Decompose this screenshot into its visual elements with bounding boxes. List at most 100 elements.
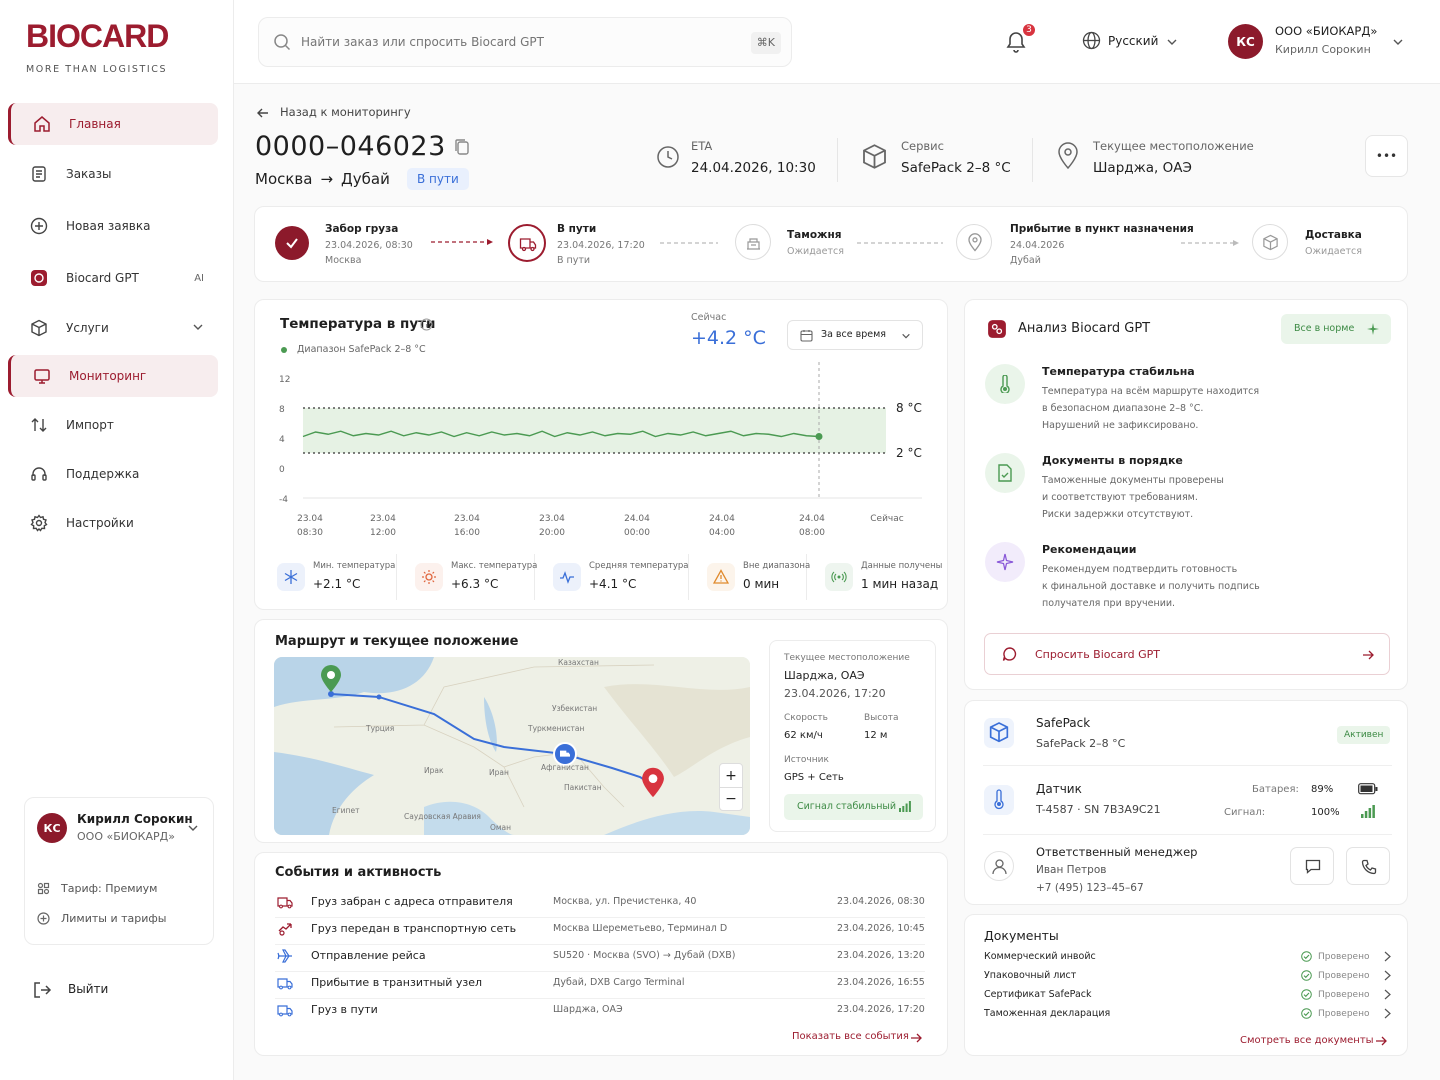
temperature-title: Температура в пути xyxy=(280,316,436,332)
language-select[interactable]: Русский xyxy=(1082,30,1202,52)
nav-settings[interactable]: Настройки xyxy=(8,502,218,544)
plus-circle-icon xyxy=(30,217,48,235)
search-input[interactable] xyxy=(301,30,701,54)
step-date: 23.04.2026, 08:30 xyxy=(325,240,413,251)
check-icon xyxy=(286,238,298,249)
document-row[interactable]: Сертификат SafePack Проверено xyxy=(984,986,1394,1005)
y-tick-label: 4 xyxy=(279,435,285,445)
step-title: Забор груза xyxy=(325,223,399,235)
document-row[interactable]: Таможенная декларация Проверено xyxy=(984,1005,1394,1024)
call-button[interactable] xyxy=(1346,847,1390,885)
location-pin-icon xyxy=(968,233,982,252)
events-title: События и активность xyxy=(275,865,442,880)
nav-monitoring[interactable]: Мониторинг xyxy=(8,355,218,397)
truck-icon xyxy=(277,1002,293,1018)
location-pin-icon xyxy=(1058,142,1078,170)
nav-services[interactable]: Услуги xyxy=(8,307,218,349)
step-place: Ожидается xyxy=(787,246,844,257)
nav-support[interactable]: Поддержка xyxy=(8,453,218,495)
signal-value: 100% xyxy=(1311,807,1340,818)
route-map[interactable]: + − Казахстан Узбекистан Туркменистан Турци… xyxy=(274,657,750,835)
current-point xyxy=(815,433,823,440)
message-button[interactable] xyxy=(1290,847,1334,885)
stat-tile: Данные получены 1 мин назад xyxy=(815,554,942,600)
insight-line: к финальной доставке и получить подпись xyxy=(1042,581,1260,592)
destination-pin-icon xyxy=(642,767,664,798)
check-circle-icon xyxy=(1301,1008,1312,1019)
event-title: Груз в пути xyxy=(311,1003,378,1016)
view-all-documents-link[interactable]: Смотреть все документы xyxy=(1240,1035,1374,1046)
battery-label: Батарея: xyxy=(1252,784,1299,795)
stat-label: Средняя температура xyxy=(589,561,689,571)
stat-value: +6.3 °C xyxy=(451,577,499,591)
nav-import[interactable]: Импорт xyxy=(8,404,218,446)
service-label: Сервис xyxy=(901,139,944,153)
document-name: Упаковочный лист xyxy=(984,970,1077,981)
document-row[interactable]: Коммерческий инвойс Проверено xyxy=(984,948,1394,967)
step-place: В пути xyxy=(557,255,591,266)
account-menu[interactable]: КС ООО «БИОКАРД» Кирилл Сорокин xyxy=(1228,23,1408,63)
tariff-label[interactable]: Тариф: Премиум xyxy=(61,882,157,895)
orders-icon xyxy=(32,166,46,182)
event-row[interactable]: Груз в пути Шарджа, ОАЭ 23.04.2026, 17:20 xyxy=(275,999,925,1026)
event-time: 23.04.2026, 08:30 xyxy=(837,896,925,907)
nav-new-request[interactable]: Новая заявка xyxy=(8,205,218,247)
safe-range-band xyxy=(303,408,886,453)
limits-link[interactable]: Лимиты и тарифы xyxy=(61,912,166,925)
more-button[interactable]: ••• xyxy=(1365,135,1408,177)
event-row[interactable]: Прибытие в транзитный узел Дубай, DXB Car… xyxy=(275,972,925,999)
insight-line: и соответствуют требованиям. xyxy=(1042,492,1198,503)
signal-icon xyxy=(825,563,853,591)
headset-icon xyxy=(31,467,47,481)
chevron-right-icon xyxy=(1383,989,1392,1000)
show-all-events-link[interactable]: Показать все события xyxy=(792,1031,909,1042)
arrow-right-icon[interactable] xyxy=(1375,1035,1387,1047)
document-name: Таможенная декларация xyxy=(984,1008,1111,1019)
arrow-right-icon[interactable] xyxy=(910,1032,922,1044)
stat-value: +2.1 °C xyxy=(313,577,361,591)
manager-avatar xyxy=(984,851,1014,881)
language-label: Русский xyxy=(1108,34,1159,48)
map-label: Турция xyxy=(366,724,395,733)
x-tick-time: 08:00 xyxy=(799,528,825,538)
notifications-button[interactable]: 3 xyxy=(1004,22,1037,56)
nav-orders[interactable]: Заказы xyxy=(8,153,218,195)
period-select[interactable]: За все время xyxy=(787,320,923,350)
map-label: Узбекистан xyxy=(552,704,598,713)
user-name: Кирилл Сорокин xyxy=(77,812,193,826)
zoom-in-button[interactable]: + xyxy=(720,764,742,788)
nav-label: Новая заявка xyxy=(66,219,151,233)
event-row[interactable]: Отправление рейса SU520 · Москва (SVO) → … xyxy=(275,945,925,972)
chevron-down-icon[interactable] xyxy=(187,822,199,834)
sidebar: BIOCARD MORE THAN LOGISTICS Главная Зака… xyxy=(0,0,234,1080)
range-legend: Диапазон SafePack 2–8 °C xyxy=(297,344,426,355)
nav-biocard-gpt[interactable]: Biocard GPT AI xyxy=(8,257,218,299)
document-row[interactable]: Упаковочный лист Проверено xyxy=(984,967,1394,986)
event-place: Шарджа, ОАЭ xyxy=(553,1004,623,1015)
route-arrow: → xyxy=(320,170,334,188)
zoom-out-button[interactable]: − xyxy=(720,788,742,811)
battery-icon xyxy=(1358,783,1378,795)
x-tick-time: 00:00 xyxy=(624,528,650,538)
truck-icon xyxy=(277,975,293,991)
insight-line: Температура на всём маршруте находится xyxy=(1042,386,1260,397)
logout-button[interactable]: Выйти xyxy=(32,978,192,1002)
manager-phone: +7 (495) 123–45–67 xyxy=(1036,882,1144,894)
nav-home[interactable]: Главная xyxy=(8,103,218,145)
step-connector xyxy=(857,242,943,244)
event-row[interactable]: Груз передан в транспортную сеть Москва Ш… xyxy=(275,918,925,945)
map-label: Афганистан xyxy=(541,763,589,772)
insight-line: Таможенные документы проверены xyxy=(1042,475,1224,486)
current-temperature: +4.2 °C xyxy=(691,327,766,349)
sidebar-user-card[interactable]: КС Кирилл Сорокин ООО «БИОКАРД» Тариф: П… xyxy=(24,797,214,945)
copy-icon[interactable] xyxy=(452,137,472,157)
ask-gpt-button[interactable]: Спросить Biocard GPT xyxy=(984,633,1390,675)
info-icon[interactable] xyxy=(420,318,433,331)
event-row[interactable]: Груз забран с адреса отправителя Москва, … xyxy=(275,891,925,918)
source-value: GPS + Сеть xyxy=(784,772,844,783)
eta-label: ETA xyxy=(691,139,713,153)
step-place: Москва xyxy=(325,255,362,266)
search-box[interactable]: ⌘K xyxy=(258,17,792,67)
import-icon xyxy=(31,418,47,432)
logo[interactable]: BIOCARD MORE THAN LOGISTICS xyxy=(26,20,169,75)
